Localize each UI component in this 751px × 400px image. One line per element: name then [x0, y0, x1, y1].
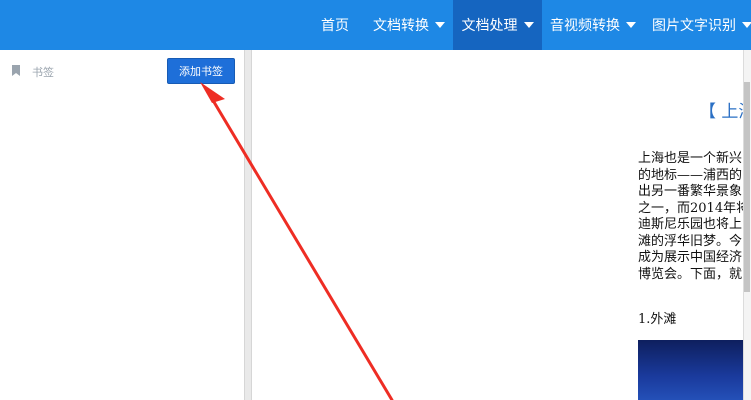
- bookmark-icon: [12, 65, 20, 76]
- paragraph-line: 滩的浮华旧梦。今: [638, 233, 743, 249]
- paragraph-line: 出另一番繁华景象: [638, 184, 743, 199]
- top-nav-bar: 首页 文档转换 文档处理 音视频转换 图片文字识别: [0, 0, 751, 50]
- scrollbar-thumb[interactable]: [744, 82, 750, 292]
- nav-doc-convert[interactable]: 文档转换: [366, 0, 452, 50]
- add-bookmark-button[interactable]: 添加书签: [167, 58, 235, 84]
- nav-doc-process-label: 文档处理: [461, 18, 518, 34]
- paragraph-line: 迪斯尼乐园也将上: [638, 217, 743, 232]
- paragraph-line: 之一，而2014年将: [638, 200, 750, 216]
- chevron-down-icon: [742, 22, 751, 28]
- nav-home-label: 首页: [321, 18, 349, 34]
- chevron-down-icon: [435, 22, 445, 28]
- nav-doc-convert-label: 文档转换: [373, 18, 429, 34]
- nav-av-convert[interactable]: 音视频转换: [543, 0, 643, 50]
- paragraph-line: 的地标——浦西的: [638, 167, 743, 183]
- chevron-down-icon: [626, 22, 636, 28]
- nav-av-convert-label: 音视频转换: [550, 18, 620, 34]
- section-heading: 1.外滩: [638, 312, 677, 327]
- nav-doc-process[interactable]: 文档处理: [453, 0, 542, 50]
- nav-ocr[interactable]: 图片文字识别: [644, 0, 751, 50]
- add-bookmark-button-label: 添加书签: [179, 65, 223, 78]
- paragraph-line: 上海也是一个新兴: [638, 151, 743, 166]
- document-viewer: 【 上海 上海也是一个新兴 的地标——浦西的 出另一番繁华景象 之一，而2014…: [252, 50, 751, 400]
- paragraph-line: 博览会。下面，就: [638, 266, 743, 282]
- document-image: [638, 340, 751, 400]
- bookmark-sidebar: 书签 添加书签: [0, 50, 244, 400]
- nav-ocr-label: 图片文字识别: [652, 18, 736, 34]
- bookmark-header: 书签 添加书签: [0, 50, 244, 94]
- chevron-down-icon: [523, 22, 534, 28]
- nav-home[interactable]: 首页: [310, 0, 360, 50]
- paragraph-line: 成为展示中国经济: [638, 250, 743, 265]
- document-page: 【 上海 上海也是一个新兴 的地标——浦西的 出另一番繁华景象 之一，而2014…: [252, 50, 751, 400]
- panel-splitter[interactable]: [244, 50, 252, 400]
- bookmark-label: 书签: [32, 66, 54, 79]
- document-paragraph: 上海也是一个新兴 的地标——浦西的 出另一番繁华景象 之一，而2014年将 迪斯…: [638, 151, 749, 283]
